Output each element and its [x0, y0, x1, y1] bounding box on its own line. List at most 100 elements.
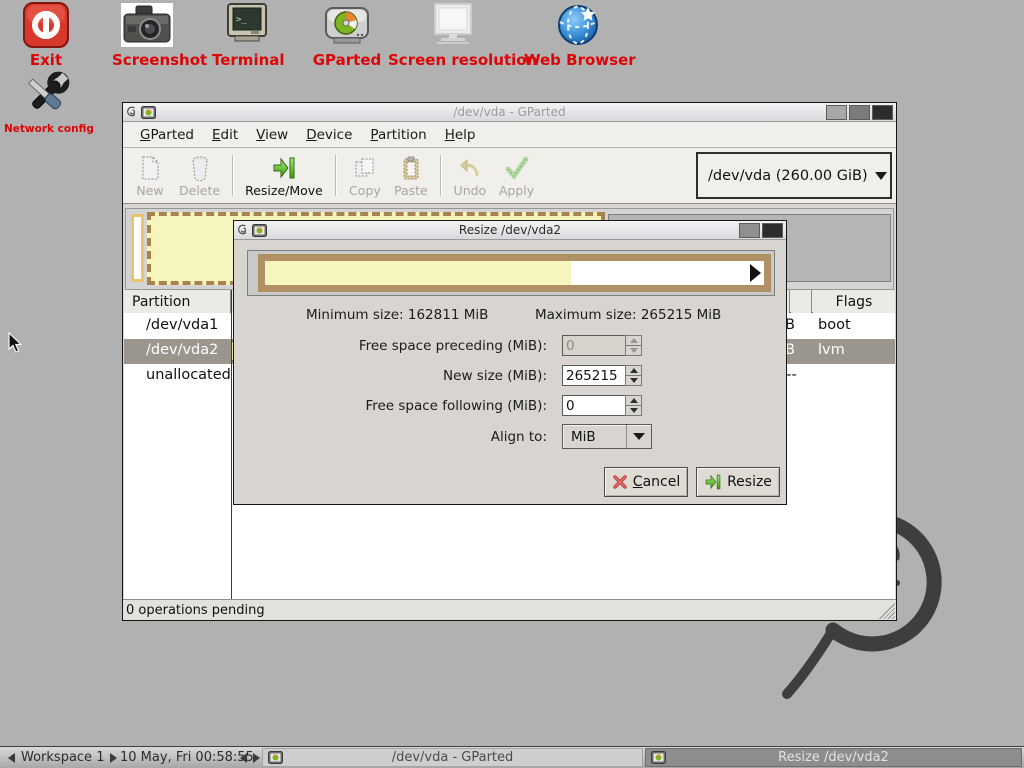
desktop-icon-label: Network config [4, 123, 90, 135]
column-divider [231, 290, 232, 599]
clock: 10 May, Fri 00:58:55 [120, 750, 254, 765]
spin-up-button[interactable] [625, 395, 642, 406]
resize-right-handle[interactable] [750, 264, 761, 282]
disk-segment-vda1[interactable] [131, 214, 144, 282]
gparted-app-icon [651, 751, 666, 764]
task-button-label: Resize /dev/vda2 [646, 750, 1021, 765]
debian-swirl-icon [237, 224, 249, 237]
maximize-button[interactable] [849, 105, 870, 120]
menu-device[interactable]: Device [297, 124, 361, 146]
spin-down-button[interactable] [625, 376, 642, 386]
gparted-titlebar[interactable]: /dev/vda - GParted [123, 103, 896, 122]
dialog-titlebar[interactable]: Resize /dev/vda2 [234, 221, 786, 240]
spin-up-button[interactable] [625, 365, 642, 376]
free-space-following-input[interactable] [562, 395, 625, 416]
desktop-icon-web-browser[interactable]: Web Browser [524, 2, 632, 69]
copy-icon [352, 155, 378, 181]
desktop-icon-terminal[interactable]: >_ Terminal [212, 2, 282, 69]
terminal-icon: >_ [223, 2, 271, 48]
resize-slider-widget[interactable] [247, 250, 775, 296]
combo-separator [626, 425, 627, 448]
operations-pending-text: 0 operations pending [126, 603, 265, 618]
desktop-icon-label: Terminal [212, 51, 282, 69]
new-size-spinbox[interactable] [562, 365, 642, 386]
menu-help[interactable]: Help [436, 124, 485, 146]
copy-button[interactable]: Copy [342, 150, 388, 201]
new-button[interactable]: New [127, 150, 173, 201]
mouse-cursor [8, 332, 24, 354]
new-page-icon [138, 155, 162, 181]
gparted-disk-icon [322, 2, 372, 48]
task-button-resize-dialog[interactable]: Resize /dev/vda2 [645, 748, 1022, 767]
desktop: Exit Screenshot >_ Terminal [0, 0, 1024, 768]
new-size-label: New size (MiB): [234, 368, 547, 384]
exit-icon [22, 2, 70, 48]
debian-swirl-icon [126, 106, 138, 119]
resize-move-button[interactable]: Resize/Move [239, 150, 329, 201]
workspace-next-icon[interactable] [110, 753, 117, 763]
maximize-button[interactable] [739, 223, 760, 238]
undo-icon [458, 155, 482, 181]
camera-icon [120, 2, 174, 48]
desktop-icon-label: Screen resolution [388, 51, 518, 69]
desktop-icon-label: GParted [312, 51, 382, 69]
spin-down-button[interactable] [625, 406, 642, 416]
spin-up-button[interactable] [625, 335, 642, 346]
free-space-preceding-spinbox[interactable] [562, 335, 642, 356]
free-space-following-spinbox[interactable] [562, 395, 642, 416]
resize-button[interactable]: Resize [696, 467, 780, 497]
close-button[interactable] [872, 105, 893, 120]
header-hidden-narrow[interactable] [791, 290, 812, 313]
apply-button[interactable]: Apply [493, 150, 540, 201]
free-space-preceding-input[interactable] [562, 335, 625, 356]
desktop-icon-label: Exit [16, 51, 76, 69]
device-selector[interactable]: /dev/vda (260.00 GiB) [696, 152, 892, 199]
task-button-label: /dev/vda - GParted [263, 750, 642, 765]
gparted-app-icon [141, 106, 156, 119]
resize-arrow-icon [704, 473, 722, 491]
trash-icon [189, 155, 211, 181]
globe-icon [553, 2, 603, 48]
free-space-preceding-label: Free space preceding (MiB): [234, 338, 547, 354]
header-partition[interactable]: Partition [124, 290, 231, 313]
partition-frame [258, 254, 771, 292]
menu-gparted[interactable]: GParted [131, 124, 203, 146]
desktop-icon-network-config[interactable]: Network config [4, 70, 90, 135]
menu-partition[interactable]: Partition [361, 124, 435, 146]
spin-up-icon [630, 368, 638, 373]
desktop-icon-gparted[interactable]: GParted [312, 2, 382, 69]
header-flags[interactable]: Flags [813, 290, 895, 313]
desktop-icon-screen-resolution[interactable]: Screen resolution [388, 2, 518, 69]
menu-view[interactable]: View [247, 124, 297, 146]
spin-down-icon [630, 348, 638, 353]
undo-button[interactable]: Undo [447, 150, 493, 201]
close-button[interactable] [762, 223, 783, 238]
spin-down-icon [630, 378, 638, 383]
spin-down-icon [630, 408, 638, 413]
tools-icon [19, 70, 75, 120]
minimize-button[interactable] [826, 105, 847, 120]
delete-button[interactable]: Delete [173, 150, 226, 201]
align-to-dropdown[interactable]: MiB [562, 424, 652, 449]
cancel-button[interactable]: Cancel [604, 467, 688, 497]
workspace-prev-icon[interactable] [8, 753, 15, 763]
minimum-size-label: Minimum size: 162811 MiB [306, 307, 488, 323]
desktop-icon-screenshot[interactable]: Screenshot [112, 2, 182, 69]
paste-icon [400, 155, 422, 181]
new-size-input[interactable] [562, 365, 625, 386]
resize-bar-used [265, 261, 571, 285]
paste-button[interactable]: Paste [388, 150, 434, 201]
resize-move-icon [271, 155, 297, 181]
window-prev-icon[interactable] [240, 753, 247, 763]
task-button-gparted[interactable]: /dev/vda - GParted [262, 748, 643, 767]
maximum-size-label: Maximum size: 265215 MiB [535, 307, 721, 323]
gparted-app-icon [252, 224, 267, 237]
resize-grip[interactable] [877, 601, 895, 619]
apply-check-icon [504, 155, 530, 181]
spin-up-icon [630, 398, 638, 403]
dialog-title: Resize /dev/vda2 [234, 223, 786, 237]
desktop-icon-exit[interactable]: Exit [16, 2, 76, 69]
menu-edit[interactable]: Edit [203, 124, 247, 146]
window-next-icon[interactable] [253, 753, 260, 763]
spin-down-button[interactable] [625, 346, 642, 356]
